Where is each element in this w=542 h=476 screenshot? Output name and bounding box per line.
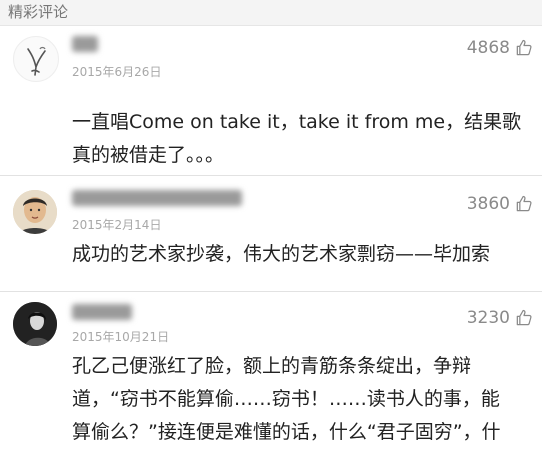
comment-item[interactable]: 2015年10月21日 3230 孔乙己便涨红了脸，额上的青筋条条绽出，争辩 道… xyxy=(0,292,542,476)
username-blurred[interactable] xyxy=(72,190,242,206)
section-header: 精彩评论 xyxy=(0,0,542,26)
username-blurred[interactable] xyxy=(72,36,98,52)
like-count: 3230 xyxy=(466,308,510,328)
dark-avatar-icon xyxy=(13,302,57,346)
comment-text: 一直唱Come on take it，take it from me，结果歌 真… xyxy=(72,111,522,166)
comment-date: 2015年10月21日 xyxy=(72,330,170,344)
comment-date: 2015年6月26日 xyxy=(72,65,162,79)
comment-item[interactable]: 2015年2月14日 3860 成功的艺术家抄袭，伟大的艺术家剽窃——毕加索 xyxy=(0,176,542,292)
comment-date: 2015年2月14日 xyxy=(72,218,162,232)
username-blurred[interactable] xyxy=(72,304,132,320)
avatar[interactable] xyxy=(13,302,57,346)
like-button[interactable]: 3860 xyxy=(467,194,534,214)
like-button[interactable]: 3230 xyxy=(467,308,534,328)
comment-text: 孔乙己便涨红了脸，额上的青筋条条绽出，争辩 道，“窃书不能算偷……窃书！……读书… xyxy=(72,355,501,443)
avatar[interactable] xyxy=(13,36,59,82)
avatar[interactable] xyxy=(13,190,57,234)
like-count: 3860 xyxy=(466,194,510,214)
section-title: 精彩评论 xyxy=(8,3,69,21)
comments-page: 精彩评论 2015年6月26日 4868 一直唱Come on take it，… xyxy=(0,0,542,476)
thumbs-up-icon xyxy=(516,39,532,56)
sketch-avatar-icon xyxy=(27,46,46,76)
comment-text: 成功的艺术家抄袭，伟大的艺术家剽窃——毕加索 xyxy=(72,243,491,265)
thumbs-up-icon xyxy=(516,195,532,212)
like-count: 4868 xyxy=(466,38,510,58)
like-button[interactable]: 4868 xyxy=(467,38,534,58)
thumbs-up-icon xyxy=(516,309,532,326)
comment-item[interactable]: 2015年6月26日 4868 一直唱Come on take it，take … xyxy=(0,26,542,176)
person-avatar-icon xyxy=(13,190,57,234)
